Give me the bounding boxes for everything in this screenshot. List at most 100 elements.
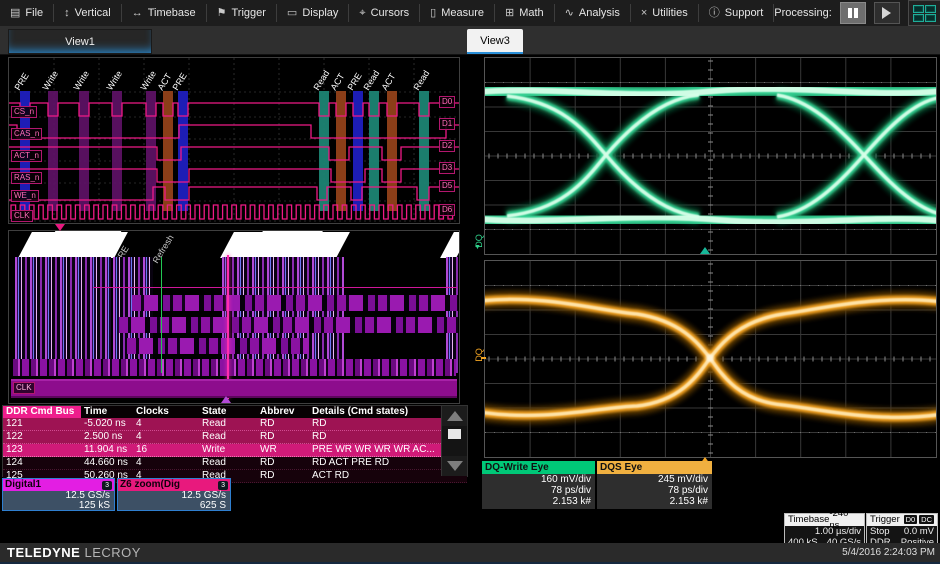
table-cell: RD: [309, 431, 440, 443]
dqs-channel-label: DQ: [474, 348, 484, 362]
timebase-title: Timebase: [788, 514, 829, 526]
play-icon: [882, 7, 891, 19]
table-cell: Read: [199, 431, 257, 443]
trigger-title: Trigger: [870, 514, 900, 526]
decode-row: [119, 317, 458, 333]
table-cell: 123: [3, 444, 81, 456]
menu-item-label: Utilities: [652, 7, 687, 19]
menu-item-label: Math: [519, 7, 543, 19]
processing-label: Processing:: [774, 7, 831, 19]
table-cell: RD: [257, 418, 309, 430]
table-row[interactable]: 12311.904 ns16WriteWRPRE WR WR WR WR AC.…: [3, 444, 467, 457]
signal-label-act_n: ACT_n: [11, 150, 42, 162]
menu-item-label: Timebase: [148, 7, 196, 19]
menu-item-label: Display: [302, 7, 338, 19]
label-cluster-blob: [251, 231, 323, 253]
tab-view1[interactable]: View1: [8, 29, 152, 54]
zoom-overview-panel[interactable]: PRERefresh CLK: [8, 230, 460, 404]
signal-label-we_n: WE_n: [11, 190, 39, 202]
label-cluster-blob: [440, 232, 460, 258]
menu-item-label: Measure: [441, 7, 484, 19]
v-scale: 245 mV/div: [597, 474, 712, 485]
menu-item-label: Trigger: [231, 7, 265, 19]
table-cell: PRE WR WR WR WR AC...: [309, 444, 440, 456]
table-scrollbar[interactable]: [441, 406, 467, 476]
menu-items: ▤ File ↕Vertical↔Timebase⚑Trigger ▭ Display ⌖…: [0, 4, 774, 22]
menu-support[interactable]: ⓘSupport: [699, 4, 775, 22]
dqs-eye-panel[interactable]: [484, 260, 937, 458]
menu-item-label: File: [25, 7, 43, 19]
menu-vertical[interactable]: ↕Vertical: [54, 4, 122, 22]
ddr-timing-panel[interactable]: PREWriteWriteWriteWriteACTPREReadACTPRER…: [8, 57, 460, 224]
ddr-cmd-table[interactable]: DDR Cmd BusTimeClocksStateAbbrevDetails …: [2, 405, 468, 477]
vertical-icon: ↕: [64, 8, 70, 19]
menu-file[interactable]: ▤ File: [0, 4, 54, 22]
pause-button[interactable]: [840, 2, 866, 24]
up-arrow-icon: [447, 411, 463, 421]
table-row[interactable]: 12444.660 ns4ReadRDRD ACT PRE RD: [3, 457, 467, 470]
table-cell: 121: [3, 418, 81, 430]
menu-utilities[interactable]: ×Utilities: [631, 4, 699, 22]
cursor-line[interactable]: [227, 255, 229, 399]
menu-display[interactable]: ▭ Display: [277, 4, 349, 22]
dq-write-eye-descriptor[interactable]: DQ-Write Eye 160 mV/div 78 ps/div 2.153 …: [482, 461, 595, 509]
bus-activity-stripes: [15, 257, 111, 373]
table-cell: 16: [133, 444, 199, 456]
scrollbar-thumb[interactable]: [448, 429, 461, 439]
file-icon: ▤: [10, 8, 20, 19]
trigger-position-marker[interactable]: [55, 224, 65, 231]
scroll-up-button[interactable]: [442, 406, 467, 426]
mosaic-dropdown[interactable]: Mosaic: [908, 0, 940, 26]
h-scale: 78 ps/div: [482, 485, 595, 496]
refresh-marker-line: [161, 257, 162, 373]
scroll-down-button[interactable]: [442, 456, 467, 476]
display-icon: ▭: [287, 8, 297, 19]
menu-analysis[interactable]: ∿Analysis: [555, 4, 631, 22]
zoom-cursor-marker[interactable]: [221, 396, 231, 403]
column-header: Details (Cmd states): [309, 406, 440, 418]
table-row[interactable]: 121-5.020 ns4ReadRDRD: [3, 418, 467, 431]
table-cell: 122: [3, 431, 81, 443]
menu-item-label: Cursors: [371, 7, 410, 19]
sweep-count: 2.153 k#: [482, 496, 595, 507]
trigger-level: 0.0 mV: [904, 526, 934, 537]
brand-light: LECROY: [84, 545, 140, 560]
bus-activity-stripes: [222, 257, 344, 373]
menu-timebase[interactable]: ↔Timebase: [122, 4, 207, 22]
line-label-d5: D5: [439, 180, 455, 192]
table-row[interactable]: 1222.500 ns4ReadRDRD: [3, 431, 467, 444]
timebase-scale: 1.00 µs/div: [815, 526, 861, 537]
tab-view3[interactable]: View3: [467, 29, 523, 52]
line-label-d6: D6: [439, 204, 455, 216]
h-scale: 78 ps/div: [597, 485, 712, 496]
menu-item-label: Support: [725, 7, 764, 19]
table-cell: 4: [133, 431, 199, 443]
eye-box-title: DQ-Write Eye: [482, 461, 595, 474]
digital1-descriptor[interactable]: Digital13 12.5 GS/s 125 kS: [2, 478, 115, 511]
oscilloscope-screen: ▤ File ↕Vertical↔Timebase⚑Trigger ▭ Display ⌖…: [0, 0, 940, 564]
column-header: Time: [81, 406, 133, 418]
menu-cursors[interactable]: ⌖Cursors: [349, 4, 420, 22]
zoom-descriptor[interactable]: Z6 zoom(Dig3 12.5 GS/s 625 S: [117, 478, 231, 511]
decode-row: [132, 295, 458, 311]
v-scale: 160 mV/div: [482, 474, 595, 485]
sweep-count: 2.153 k#: [597, 496, 712, 507]
dqs-eye-descriptor[interactable]: DQS Eye 245 mV/div 78 ps/div 2.153 k#: [597, 461, 712, 509]
menu-measure[interactable]: ▯ Measure: [420, 4, 495, 22]
dq-write-eye-diagram: [485, 58, 936, 254]
analysis-icon: ∿: [565, 8, 574, 19]
line-label-d0: D0: [439, 96, 455, 108]
menu-math[interactable]: ⊞ Math: [495, 4, 555, 22]
math-icon: ⊞: [505, 8, 514, 19]
menu-trigger[interactable]: ⚑Trigger: [207, 4, 277, 22]
dq-write-eye-panel[interactable]: [484, 57, 937, 255]
play-button[interactable]: [874, 2, 900, 24]
signal-label-cas_n: CAS_n: [11, 128, 42, 140]
eye-center-marker-teal: [700, 247, 710, 254]
table-cell: Read: [199, 418, 257, 430]
signal-label-clk: CLK: [11, 210, 33, 222]
measure-icon: ▯: [430, 8, 436, 19]
table-cell: Read: [199, 457, 257, 469]
table-cell: ACT RD: [309, 470, 440, 482]
label-cluster-blob: [43, 231, 122, 255]
